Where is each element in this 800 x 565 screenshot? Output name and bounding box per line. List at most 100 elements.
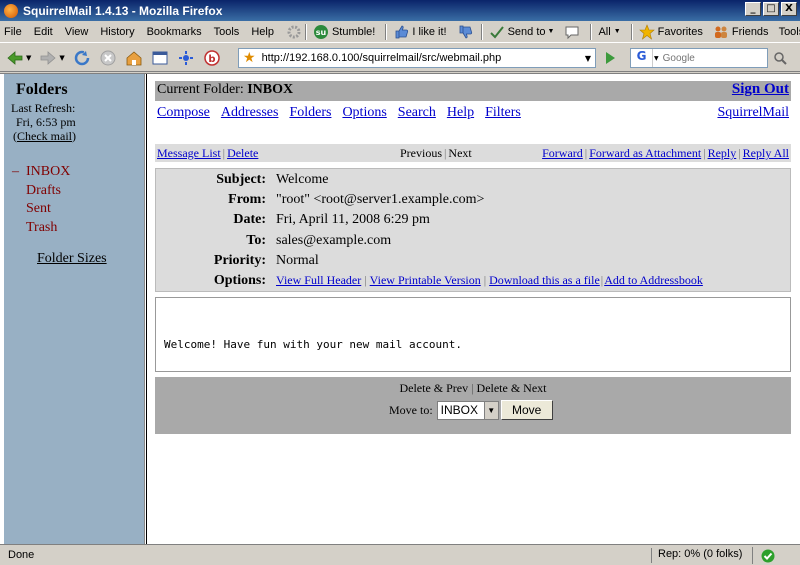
stumble-label: Stumble! (331, 25, 376, 38)
window-title: SquirrelMail 1.4.13 - Mozilla Firefox (23, 3, 223, 18)
move-button[interactable]: Move (500, 400, 553, 420)
move-to-label: Move to: (389, 402, 433, 417)
folder-trash[interactable]: Trash (12, 219, 70, 238)
message-body: Welcome! Have fun with your new mail acc… (155, 297, 791, 372)
search-input[interactable] (658, 50, 759, 66)
view-printable-link[interactable]: View Printable Version (370, 273, 481, 287)
favorites-button[interactable]: Favorites (638, 23, 703, 40)
download-file-link[interactable]: Download this as a file (489, 273, 600, 287)
folder-sizes-link[interactable]: Folder Sizes (37, 251, 107, 267)
delete-prev-text[interactable]: Delete & Prev (399, 381, 468, 395)
sign-out-link[interactable]: Sign Out (732, 81, 789, 98)
chevron-down-icon[interactable]: ▼ (585, 54, 591, 63)
rep-status[interactable]: Rep: 0% (0 folks) (651, 548, 742, 563)
tools-dropdown[interactable]: Tools ▼ (779, 26, 800, 38)
star-icon (638, 23, 655, 40)
close-button[interactable]: X (781, 2, 797, 16)
menu-view[interactable]: View (65, 26, 89, 38)
message-list-link[interactable]: Message List (157, 146, 221, 160)
menu-file[interactable]: File (4, 26, 22, 38)
firefox-icon (4, 3, 18, 18)
previous-text: Previous (400, 146, 442, 160)
message-body-text: Welcome! Have fun with your new mail acc… (164, 338, 463, 351)
last-refresh-label: Last Refresh: (11, 101, 76, 115)
addon-icon[interactable] (177, 49, 195, 67)
minimize-button[interactable]: _ (745, 2, 761, 16)
maximize-button[interactable]: □ (763, 2, 779, 16)
friends-icon (713, 24, 729, 40)
check-mail-link[interactable]: Check mail (17, 129, 72, 143)
frame-divider[interactable] (144, 74, 147, 545)
status-text: Done (8, 549, 35, 561)
nav-options[interactable]: Options (342, 105, 386, 121)
chevron-down-icon: ▼ (613, 28, 621, 35)
nav-addresses[interactable]: Addresses (221, 105, 279, 121)
view-full-header-link[interactable]: View Full Header (276, 273, 361, 287)
go-arrow-icon[interactable] (602, 50, 618, 66)
nav-help[interactable]: Help (447, 105, 474, 121)
squirrelmail-link[interactable]: SquirrelMail (717, 105, 789, 121)
forward-link[interactable]: Forward (542, 146, 583, 160)
google-icon[interactable]: G (631, 49, 653, 67)
menu-help[interactable]: Help (251, 26, 274, 38)
folder-sent[interactable]: Sent (12, 200, 70, 219)
comment-icon[interactable] (564, 24, 580, 40)
last-refresh-time: Fri, 6:53 pm (16, 115, 76, 129)
date-row: Date: Fri, April 11, 2008 6:29 pm (233, 212, 430, 227)
toolbar-divider (590, 23, 593, 40)
main-nav: Compose Addresses Folders Options Search… (157, 105, 532, 121)
nav-filters[interactable]: Filters (485, 105, 521, 121)
nav-folders[interactable]: Folders (289, 105, 331, 121)
message-action-bar: Message List | Delete Previous | Next Forwar… (155, 144, 791, 162)
search-icon[interactable] (772, 50, 790, 66)
like-label: I like it! (412, 25, 447, 38)
send-to-button[interactable]: Send to ▼ (489, 24, 554, 40)
toolbar-divider (630, 23, 633, 40)
window-icon[interactable] (151, 49, 169, 67)
move-folder-value: INBOX (440, 403, 479, 417)
move-folder-select[interactable]: INBOX ▼ (436, 400, 499, 420)
tools-label: Tools (778, 25, 800, 38)
address-bar[interactable]: ★ http://192.168.0.100/squirrelmail/src/… (238, 48, 596, 68)
priority-value: Normal (276, 253, 319, 268)
search-box: G ▼ (630, 48, 768, 68)
menu-bookmarks[interactable]: Bookmarks (147, 26, 202, 38)
reload-icon[interactable] (73, 49, 91, 67)
reply-link[interactable]: Reply (708, 146, 737, 160)
check-icon[interactable] (752, 547, 782, 564)
back-arrow-icon[interactable] (6, 49, 24, 67)
all-dropdown[interactable]: All ▼ (598, 26, 620, 38)
subject-value: Welcome (276, 172, 329, 187)
nav-compose[interactable]: Compose (157, 105, 210, 121)
thumbs-down-icon[interactable] (457, 24, 473, 40)
b-icon[interactable]: b (203, 49, 221, 67)
forward-arrow-icon[interactable] (39, 49, 57, 67)
delete-link[interactable]: Delete (227, 146, 258, 160)
folder-inbox[interactable]: INBOX (12, 163, 70, 182)
stumble-button[interactable]: su Stumble! (313, 24, 375, 40)
folder-drafts[interactable]: Drafts (12, 182, 70, 201)
menu-edit[interactable]: Edit (34, 26, 53, 38)
gear-icon[interactable] (286, 24, 302, 40)
nav-search[interactable]: Search (398, 105, 436, 121)
menu-history[interactable]: History (100, 26, 134, 38)
stop-icon[interactable] (99, 49, 117, 67)
priority-row: Priority: Normal (213, 253, 319, 268)
friends-button[interactable]: Friends (713, 24, 769, 40)
home-icon[interactable] (125, 49, 143, 67)
thumbs-up-icon (393, 24, 409, 40)
svg-text:su: su (316, 28, 327, 37)
add-to-addressbook-link[interactable]: Add to Addressbook (604, 273, 703, 287)
stumbleupon-icon: su (313, 24, 329, 40)
menu-tools[interactable]: Tools (214, 26, 240, 38)
bookmark-star-icon[interactable]: ★ (243, 50, 256, 66)
chevron-down-icon[interactable]: ▼ (483, 401, 498, 419)
delete-next-text[interactable]: Delete & Next (477, 381, 547, 395)
forward-attachment-link[interactable]: Forward as Attachment (589, 146, 701, 160)
chevron-down-icon[interactable]: ▼ (59, 54, 64, 62)
reply-all-link[interactable]: Reply All (743, 146, 789, 160)
friends-label: Friends (731, 25, 769, 38)
like-button[interactable]: I like it! (393, 24, 447, 40)
chevron-down-icon[interactable]: ▼ (26, 54, 31, 62)
menu-bar: File Edit View History Bookmarks Tools H… (0, 21, 800, 43)
